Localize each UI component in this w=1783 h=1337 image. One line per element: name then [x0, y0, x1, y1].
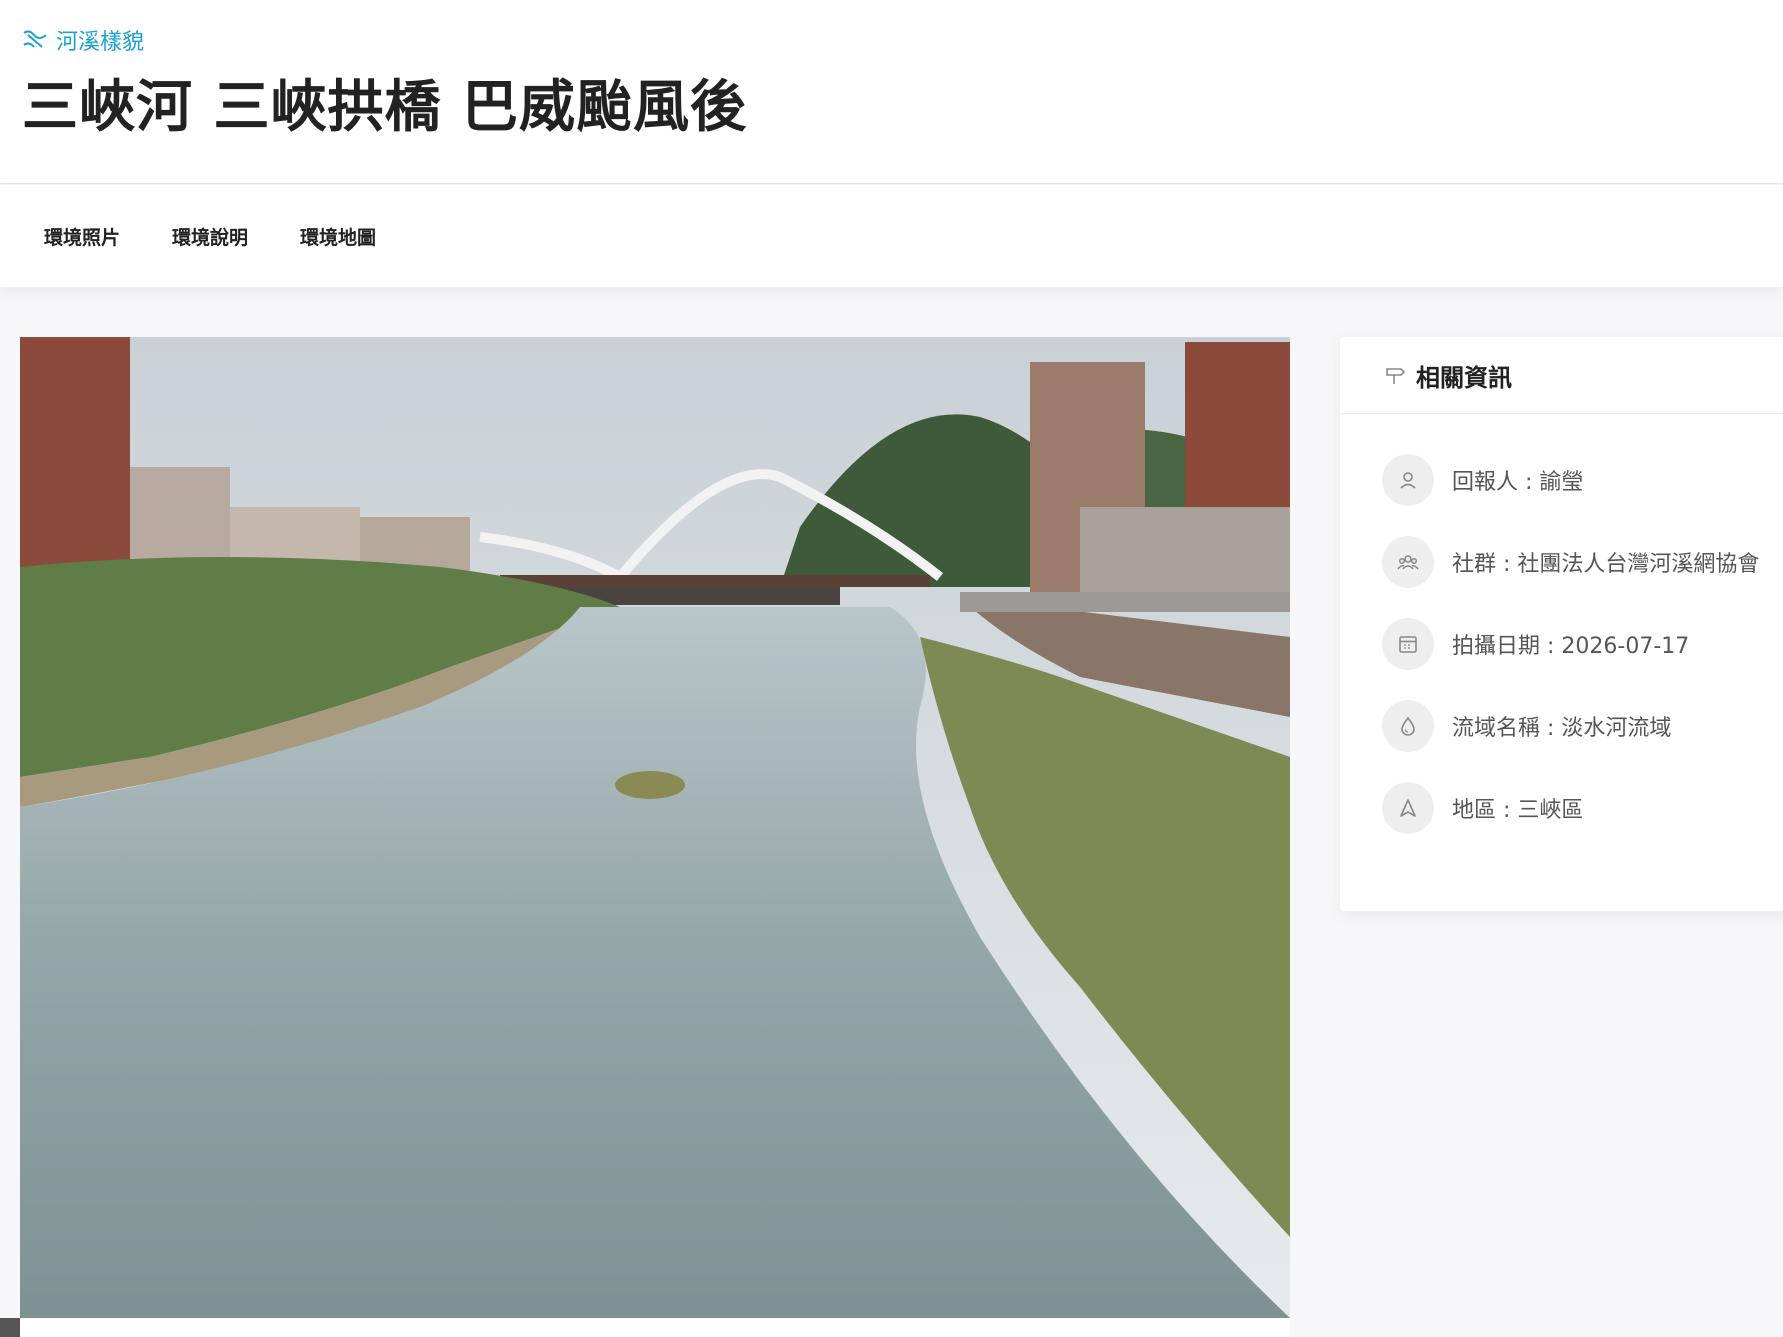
- tab-map[interactable]: 環境地圖: [300, 223, 376, 250]
- signpost-icon: [1386, 368, 1406, 384]
- river-icon: [23, 30, 47, 48]
- category-link[interactable]: 河溪樣貌: [22, 24, 144, 56]
- photo-caption-area: [20, 1318, 1290, 1337]
- related-info-panel: 相關資訊 回報人 : 諭瑩 社群 : 社團法人台灣河溪網協會 拍攝日期: 20…: [1340, 337, 1783, 911]
- tab-description[interactable]: 環境說明: [172, 223, 248, 250]
- info-row-basin: 流域名稱 : 淡水河流域: [1382, 700, 1783, 752]
- basin-text: 流域名稱 : 淡水河流域: [1452, 716, 1672, 741]
- page-title: 三峽河 三峽拱橋 巴威颱風後: [22, 75, 747, 140]
- district-text: 地區 : 三峽區: [1452, 798, 1584, 823]
- tab-photos[interactable]: 環境照片: [44, 223, 120, 250]
- water-drop-icon: [1382, 700, 1434, 752]
- related-info-header: 相關資訊: [1340, 337, 1783, 414]
- location-icon: [1382, 782, 1434, 834]
- page-header: 河溪樣貌 三峽河 三峽拱橋 巴威颱風後: [0, 0, 1783, 184]
- info-row-community: 社群 : 社團法人台灣河溪網協會: [1382, 536, 1783, 588]
- environment-photo: [20, 337, 1290, 1318]
- info-row-district: 地區 : 三峽區: [1382, 782, 1783, 834]
- related-info-title: 相關資訊: [1416, 363, 1512, 392]
- community-text: 社群 : 社團法人台灣河溪網協會: [1452, 552, 1760, 577]
- reporter-text: 回報人 : 諭瑩: [1452, 470, 1584, 495]
- info-row-reporter: 回報人 : 諭瑩: [1382, 454, 1783, 506]
- group-icon: [1382, 536, 1434, 588]
- tab-bar: 環境照片 環境說明 環境地圖: [0, 185, 1783, 287]
- date-text: 拍攝日期 : 2026-07-17: [1452, 634, 1690, 659]
- related-info-list: 回報人 : 諭瑩 社群 : 社團法人台灣河溪網協會 拍攝日期: 2026-07…: [1340, 414, 1783, 834]
- user-icon: [1382, 454, 1434, 506]
- scroll-indicator: [0, 1318, 20, 1337]
- info-row-date: 拍攝日期 : 2026-07-17: [1382, 618, 1783, 670]
- calendar-icon: [1382, 618, 1434, 670]
- category-label: 河溪樣貌: [56, 30, 145, 55]
